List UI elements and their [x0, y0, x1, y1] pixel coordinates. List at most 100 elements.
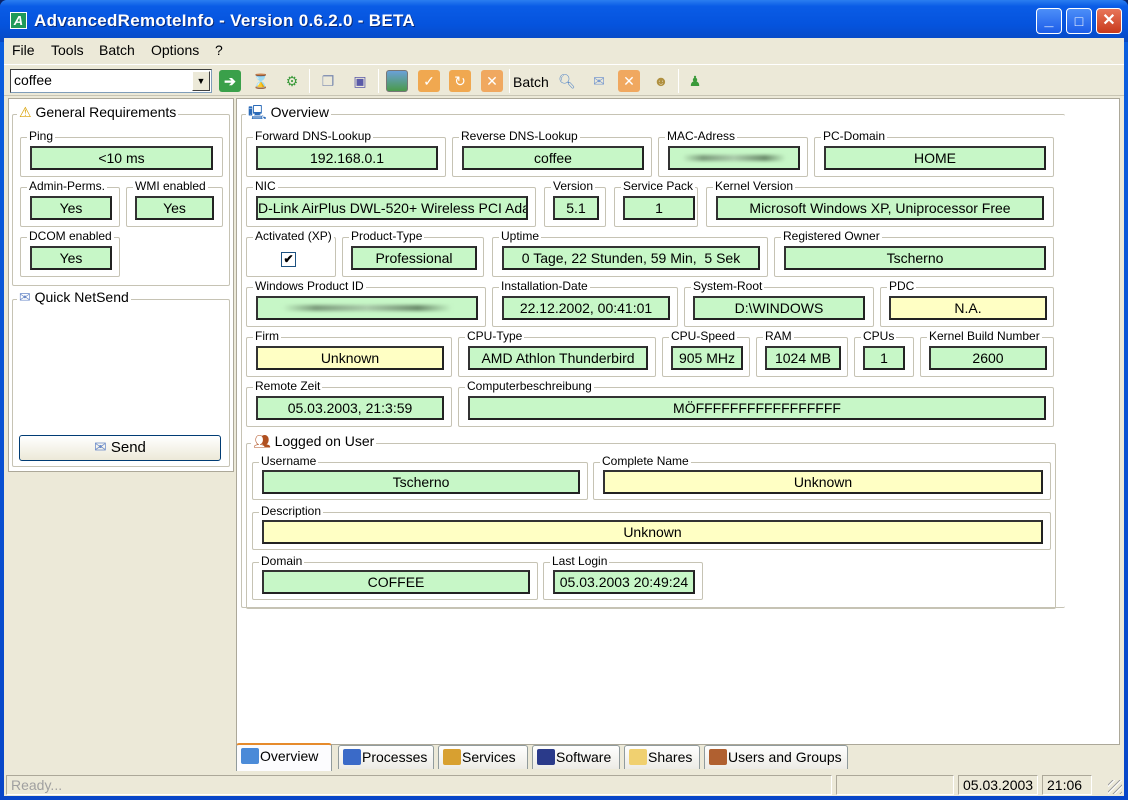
image-icon[interactable]	[386, 70, 408, 92]
cpus-group: CPUs 1	[854, 329, 914, 377]
pdc-value: N.A.	[889, 296, 1047, 320]
ping-value: <10 ms	[30, 146, 213, 170]
minimize-button[interactable]: _	[1036, 8, 1062, 34]
processes-icon[interactable]: ⌛	[250, 70, 272, 92]
netsend-message-input[interactable]	[19, 312, 223, 430]
registered-owner-group: Registered Owner Tscherno	[774, 229, 1054, 277]
product-type-group: Product-Type Professional	[342, 229, 484, 277]
complete-name-value: Unknown	[603, 470, 1043, 494]
cpu-type-group: CPU-Type AMD Athlon Thunderbird	[458, 329, 656, 377]
kernel-build-group: Kernel Build Number 2600	[920, 329, 1054, 377]
tab-users-and-groups[interactable]: Users and Groups	[704, 745, 848, 769]
save-icon[interactable]: ▣	[349, 70, 371, 92]
cancel-batch-icon[interactable]: ✕	[618, 70, 640, 92]
version-value: 5.1	[553, 196, 599, 220]
firm-value: Unknown	[256, 346, 444, 370]
client-area: File Tools Batch Options ? ▼ ➔ ⌛ ⚙ ❐ ▣ ✓…	[4, 38, 1124, 796]
ram-group: RAM 1024 MB	[756, 329, 848, 377]
host-input[interactable]	[11, 70, 187, 90]
cancel-icon[interactable]: ✕	[481, 70, 503, 92]
system-root-value: D:\WINDOWS	[693, 296, 865, 320]
ram-value: 1024 MB	[765, 346, 841, 370]
chevron-down-icon[interactable]: ▼	[192, 71, 210, 91]
product-id-value	[256, 296, 478, 320]
dcom-group: DCOM enabled Yes	[20, 229, 120, 277]
tab-processes[interactable]: Processes	[338, 745, 434, 769]
save-icon	[537, 749, 555, 765]
toolbar-separator	[378, 69, 379, 93]
menu-file[interactable]: File	[12, 42, 35, 58]
computer-description-value: MÖFFFFFFFFFFFFFFFFF	[468, 396, 1046, 420]
check-icon[interactable]: ✓	[418, 70, 440, 92]
wmi-label: WMI enabled	[133, 179, 208, 194]
computer-description-group: Computerbeschreibung MÖFFFFFFFFFFFFFFFFF	[458, 379, 1054, 427]
uptime-value: 0 Tage, 22 Stunden, 59 Min, 5 Sek	[502, 246, 760, 270]
status-date: 05.03.2003	[958, 775, 1038, 795]
tab-shares[interactable]: Shares	[624, 745, 700, 769]
redacted-blur	[682, 155, 786, 161]
menu-batch[interactable]: Batch	[99, 42, 135, 58]
complete-name-label: Complete Name	[600, 454, 691, 469]
user-icon[interactable]: ♟	[684, 70, 706, 92]
computer-icon	[241, 748, 259, 764]
cpu-speed-value: 905 MHz	[671, 346, 743, 370]
admin-perms-label: Admin-Perms.	[27, 179, 108, 194]
tab-software[interactable]: Software	[532, 745, 620, 769]
registered-owner-value: Tscherno	[784, 246, 1046, 270]
host-combobox[interactable]: ▼	[10, 69, 212, 93]
ram-label: RAM	[763, 329, 794, 344]
send-button[interactable]: ✉ Send	[19, 435, 221, 461]
admin-perms-value: Yes	[30, 196, 112, 220]
pc-domain-group: PC-Domain HOME	[814, 129, 1054, 177]
product-id-group: Windows Product ID	[246, 279, 486, 327]
warning-icon: ⚠	[19, 104, 32, 120]
maximize-button[interactable]: □	[1066, 8, 1092, 34]
cpus-value: 1	[863, 346, 905, 370]
general-requirements-title: ⚠ General Requirements	[17, 104, 179, 120]
users-icon: 👥︎	[253, 433, 271, 449]
ping-label: Ping	[27, 129, 56, 144]
activated-checkbox[interactable]: ✔	[281, 252, 296, 267]
services-icon[interactable]: ⚙	[281, 70, 303, 92]
services-icon	[443, 749, 461, 765]
close-button[interactable]: ✕	[1096, 8, 1122, 34]
search-users-icon[interactable]: ☻	[650, 70, 672, 92]
kernel-version-group: Kernel Version Microsoft Windows XP, Uni…	[706, 179, 1054, 227]
forward-dns-group: Forward DNS-Lookup 192.168.0.1	[246, 129, 446, 177]
service-pack-group: Service Pack 1	[614, 179, 698, 227]
go-arrow-icon[interactable]: ➔	[219, 70, 241, 92]
general-requirements-group: ⚠ General Requirements Ping <10 ms Admin…	[12, 105, 230, 286]
version-group: Version 5.1	[544, 179, 606, 227]
logged-user-title: 👥︎ Logged on User	[251, 433, 377, 449]
product-type-value: Professional	[351, 246, 477, 270]
search-icon[interactable]: 🔍︎	[556, 70, 578, 92]
refresh-icon[interactable]: ↻	[449, 70, 471, 92]
status-text: Ready...	[6, 775, 832, 795]
pdc-group: PDC N.A.	[880, 279, 1054, 327]
message-icon[interactable]: ✉	[588, 70, 610, 92]
product-id-label: Windows Product ID	[253, 279, 366, 294]
reverse-dns-group: Reverse DNS-Lookup coffee	[452, 129, 652, 177]
menu-bar: File Tools Batch Options ?	[4, 38, 1124, 62]
mac-label: MAC-Adress	[665, 129, 738, 144]
last-login-label: Last Login	[550, 554, 610, 569]
resize-grip[interactable]	[1108, 780, 1122, 794]
title-bar[interactable]: A AdvancedRemoteInfo - Version 0.6.2.0 -…	[0, 0, 1128, 42]
nic-group: NIC D-Link AirPlus DWL-520+ Wireless PCI…	[246, 179, 536, 227]
menu-tools[interactable]: Tools	[51, 42, 84, 58]
cpus-label: CPUs	[861, 329, 897, 344]
cpu-type-label: CPU-Type	[465, 329, 525, 344]
menu-options[interactable]: Options	[151, 42, 199, 58]
tab-overview[interactable]: Overview	[236, 743, 332, 771]
tab-services[interactable]: Services	[438, 745, 528, 769]
status-bar: Ready... 05.03.2003 21:06	[4, 773, 1124, 796]
last-login-group: Last Login 05.03.2003 20:49:24	[543, 554, 703, 600]
status-empty-cell	[836, 775, 954, 795]
users-icon	[709, 749, 727, 765]
menu-help[interactable]: ?	[215, 42, 223, 58]
copy-icon[interactable]: ❐	[317, 70, 339, 92]
computer-description-label: Computerbeschreibung	[465, 379, 594, 394]
nic-label: NIC	[253, 179, 278, 194]
cpu-type-value: AMD Athlon Thunderbird	[468, 346, 648, 370]
kernel-build-value: 2600	[929, 346, 1047, 370]
